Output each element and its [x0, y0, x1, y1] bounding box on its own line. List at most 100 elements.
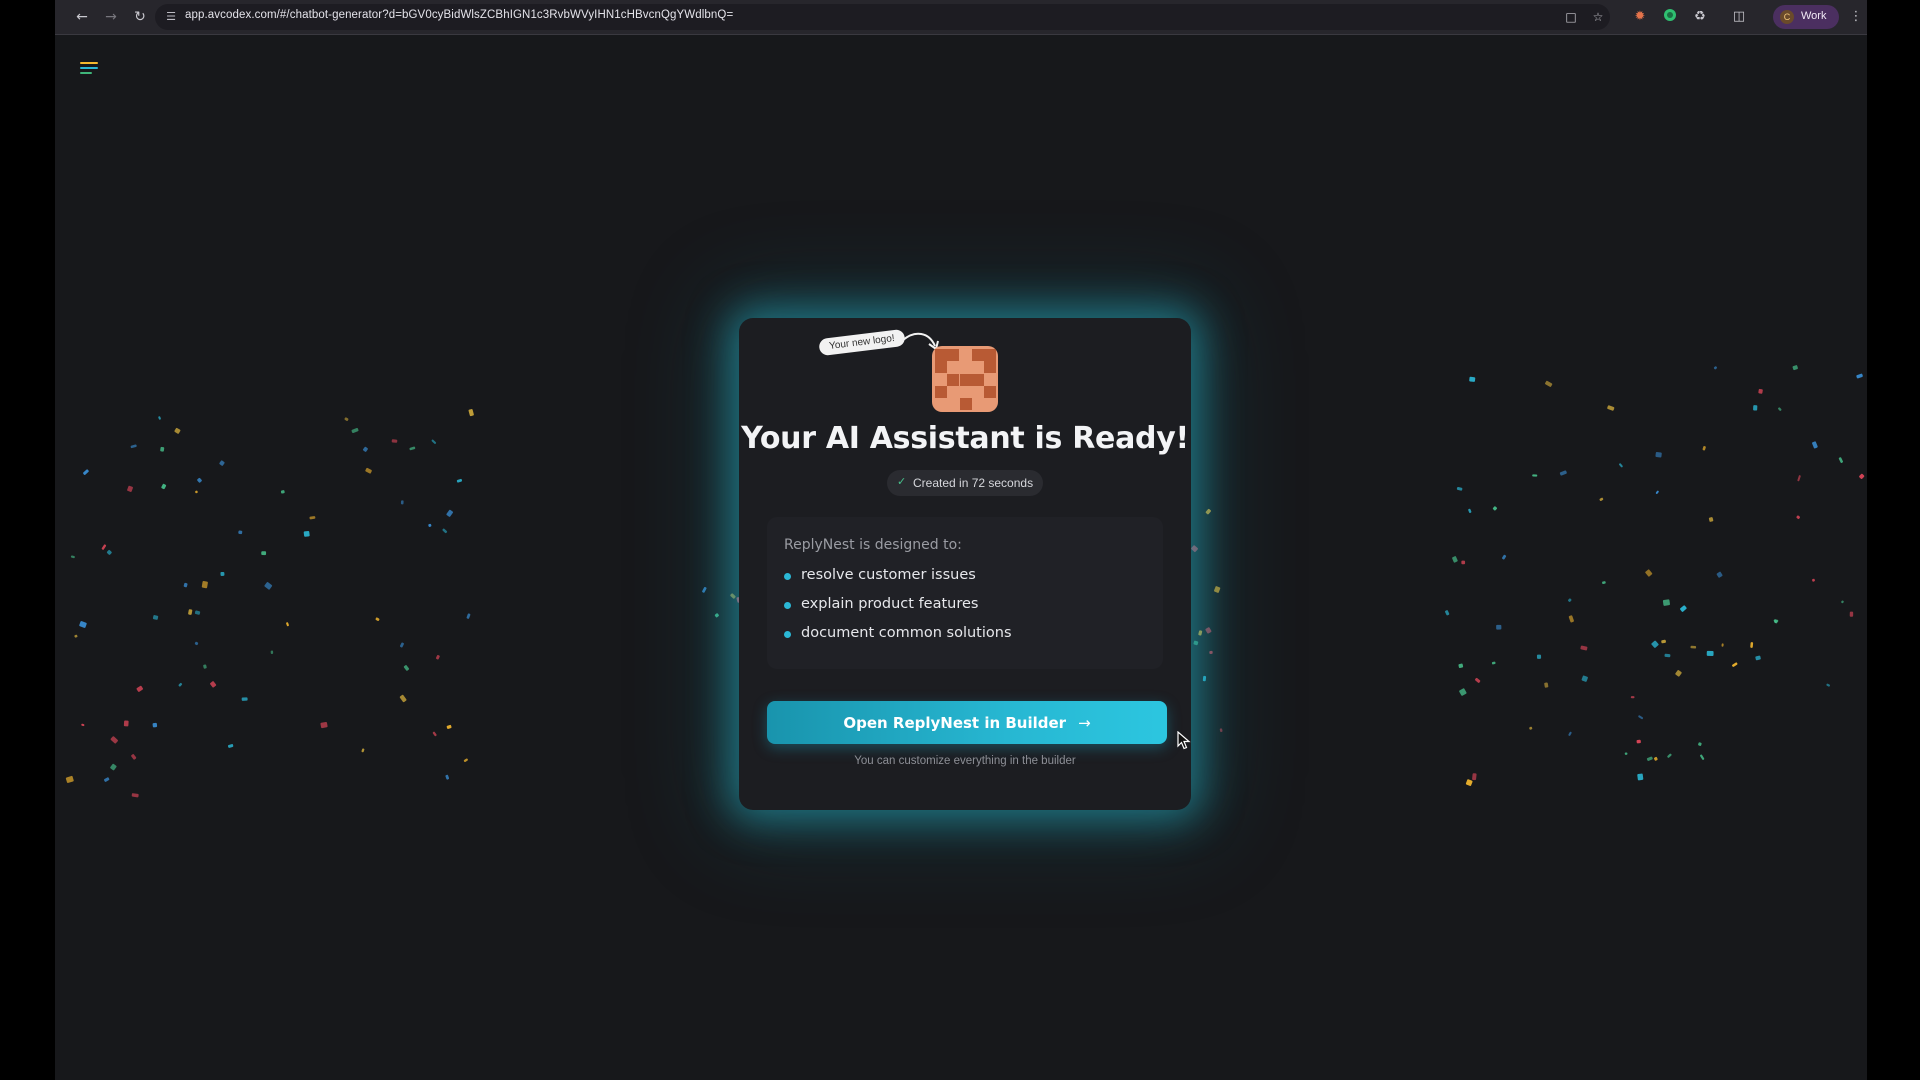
- confetti-piece: [1445, 610, 1450, 616]
- confetti-piece: [194, 610, 201, 615]
- confetti-piece: [183, 582, 188, 588]
- confetti-piece: [432, 731, 437, 737]
- confetti-piece: [1792, 365, 1798, 371]
- confetti-piece: [158, 416, 161, 420]
- side-panel-icon[interactable]: ◫: [1730, 8, 1748, 26]
- confetti-piece: [1706, 650, 1714, 656]
- confetti-piece: [400, 500, 404, 505]
- confetti-piece: [1459, 688, 1467, 696]
- confetti-piece: [1529, 726, 1533, 730]
- puzzle-icon[interactable]: ♻: [1691, 8, 1709, 26]
- confetti-piece: [309, 516, 316, 520]
- confetti-piece: [1698, 742, 1702, 746]
- open-builder-button[interactable]: Open ReplyNest in Builder →: [767, 701, 1167, 744]
- confetti-piece: [702, 586, 707, 593]
- confetti-piece: [1716, 571, 1723, 578]
- success-card: Your new logo! Your AI Assistant is Read…: [739, 318, 1191, 810]
- confetti-piece: [219, 460, 225, 466]
- open-builder-label: Open ReplyNest in Builder: [843, 713, 1067, 732]
- confetti-piece: [1198, 630, 1203, 636]
- confetti-piece: [1205, 508, 1211, 515]
- confetti-piece: [1630, 696, 1635, 699]
- confetti-piece: [463, 758, 468, 763]
- confetti-piece: [1465, 779, 1473, 786]
- kebab-menu-icon[interactable]: ⋮: [1847, 8, 1865, 26]
- confetti-piece: [1700, 754, 1705, 760]
- profile-button[interactable]: C Work: [1773, 5, 1839, 29]
- confetti-piece: [74, 634, 78, 638]
- avatar: C: [1780, 10, 1794, 24]
- confetti-piece: [446, 724, 452, 729]
- extension-sun-icon[interactable]: ✹: [1631, 8, 1649, 26]
- reload-icon[interactable]: ↻: [131, 8, 149, 26]
- profile-label: Work: [1801, 10, 1827, 22]
- confetti-piece: [241, 697, 248, 701]
- logo-pixel: [959, 373, 972, 386]
- install-app-icon[interactable]: □: [1563, 9, 1579, 25]
- confetti-piece: [83, 469, 89, 475]
- site-settings-icon[interactable]: ☰: [163, 9, 179, 25]
- list-item: resolve customer issues: [784, 567, 1012, 596]
- confetti-piece: [1602, 581, 1606, 585]
- confetti-piece: [1536, 654, 1542, 659]
- confetti-piece: [136, 685, 144, 692]
- back-arrow-icon[interactable]: ←: [73, 8, 91, 26]
- logo-pixel: [984, 385, 997, 398]
- confetti-piece: [391, 439, 398, 443]
- confetti-piece: [468, 409, 474, 417]
- confetti-piece: [399, 694, 407, 703]
- confetti-piece: [1732, 662, 1738, 667]
- confetti-piece: [1690, 645, 1697, 649]
- confetti-piece: [1667, 753, 1672, 758]
- confetti-piece: [1680, 605, 1687, 612]
- confetti-piece: [1653, 756, 1658, 761]
- confetti-piece: [1812, 441, 1818, 449]
- bullet-icon: [784, 631, 791, 638]
- confetti-piece: [1624, 752, 1628, 755]
- confetti-piece: [1599, 497, 1604, 501]
- confetti-piece: [1544, 682, 1549, 688]
- bullet-icon: [784, 602, 791, 609]
- confetti-piece: [152, 615, 159, 620]
- assistant-logo: [932, 346, 998, 412]
- logo-pixel: [984, 349, 997, 361]
- confetti-piece: [1636, 739, 1641, 744]
- capabilities-heading: ReplyNest is designed to:: [784, 537, 962, 553]
- list-item-text: document common solutions: [801, 625, 1012, 641]
- confetti-piece: [188, 609, 193, 615]
- url-text[interactable]: app.avcodex.com/#/chatbot-generator?d=bG…: [185, 9, 733, 21]
- logo-pixel: [935, 361, 947, 374]
- confetti-piece: [403, 665, 410, 671]
- builder-hint: You can customize everything in the buil…: [854, 755, 1076, 767]
- confetti-piece: [106, 549, 112, 555]
- confetti-piece: [152, 722, 158, 728]
- confetti-piece: [123, 720, 129, 727]
- confetti-piece: [201, 581, 208, 589]
- star-icon[interactable]: ☆: [1590, 9, 1606, 25]
- confetti-piece: [1856, 373, 1863, 379]
- confetti-piece: [1581, 675, 1588, 682]
- confetti-piece: [1713, 366, 1717, 370]
- confetti-piece: [81, 723, 85, 727]
- confetti-piece: [351, 427, 359, 434]
- logo-pixel: [971, 373, 984, 386]
- confetti-piece: [1219, 728, 1223, 733]
- confetti-piece: [1655, 451, 1662, 458]
- confetti-piece: [442, 528, 448, 534]
- logo-pixel: [935, 349, 947, 361]
- confetti-piece: [264, 582, 273, 590]
- confetti-piece: [110, 763, 117, 771]
- confetti-piece: [1841, 600, 1844, 604]
- logo-callout: Your new logo!: [818, 328, 906, 357]
- confetti-piece: [365, 467, 372, 474]
- forward-arrow-icon[interactable]: →: [102, 8, 120, 26]
- address-bar[interactable]: ☰ app.avcodex.com/#/chatbot-generator?d=…: [155, 4, 1610, 30]
- extension-circle-icon[interactable]: [1661, 8, 1679, 26]
- confetti-piece: [1753, 405, 1758, 411]
- screen: ← → ↻ ☰ app.avcodex.com/#/chatbot-genera…: [0, 0, 1920, 1080]
- confetti-piece: [303, 530, 310, 537]
- confetti-piece: [1452, 556, 1458, 563]
- confetti-piece: [1607, 405, 1615, 411]
- status-badge: ✓ Created in 72 seconds: [887, 470, 1043, 496]
- logo-pixel: [984, 361, 997, 374]
